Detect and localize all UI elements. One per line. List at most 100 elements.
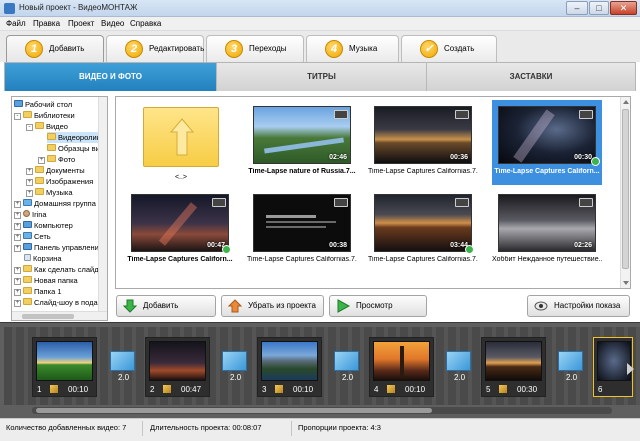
preview-button[interactable]: Просмотр xyxy=(329,295,427,317)
tree-item-network[interactable]: + Сеть xyxy=(14,231,51,242)
project-length: Длительность проекта: 00:08:07 xyxy=(150,423,262,432)
transition-duration: 2.0 xyxy=(117,373,130,382)
tree-item-music[interactable]: + Музыка xyxy=(26,187,73,198)
tab-transitions[interactable]: 3 Переходы xyxy=(206,35,304,62)
tree-item-label: Компьютер xyxy=(34,221,73,230)
tab-create[interactable]: ✓ Создать xyxy=(401,35,497,62)
tree-item-desktop[interactable]: Рабочий стол xyxy=(14,99,72,110)
menu-project[interactable]: Проект xyxy=(68,19,94,28)
browser-vertical-scrollbar[interactable] xyxy=(620,97,630,288)
expand-icon[interactable]: + xyxy=(14,223,21,230)
tab-music[interactable]: 4 Музыка xyxy=(306,35,399,62)
scroll-down-icon[interactable] xyxy=(623,281,629,285)
tree-item-images[interactable]: + Изображения xyxy=(26,176,93,187)
timeline-clip[interactable]: 2 00:47 xyxy=(145,337,210,397)
tree-item-folder[interactable]: + Папка 1 xyxy=(14,286,62,297)
app-icon xyxy=(4,3,15,14)
expand-icon[interactable]: + xyxy=(38,157,45,164)
expand-icon[interactable]: + xyxy=(14,234,21,241)
edit-pencil-icon[interactable] xyxy=(163,385,171,393)
tab-intros[interactable]: ЗАСТАВКИ xyxy=(427,63,635,91)
menu-help[interactable]: Справка xyxy=(130,19,161,28)
timeline-transition[interactable]: 2.0 xyxy=(558,351,585,391)
tree-item-computer[interactable]: + Компьютер xyxy=(14,220,73,231)
scroll-up-icon[interactable] xyxy=(623,100,629,104)
tree-item-folder[interactable]: + Как сделать слайд-шоу xyxy=(14,264,107,275)
step-number-badge: 4 xyxy=(325,40,343,58)
tree-horizontal-scrollbar[interactable] xyxy=(12,311,107,320)
tree-item-user[interactable]: + Irina xyxy=(14,209,47,220)
menu-file[interactable]: Файл xyxy=(6,19,26,28)
eye-icon xyxy=(534,301,548,311)
tree-vertical-scrollbar[interactable] xyxy=(98,97,107,311)
video-duration: 02:26 xyxy=(574,242,592,249)
timeline-clip[interactable]: 5 00:30 xyxy=(481,337,546,397)
tree-item-videos[interactable]: Видеоролики xyxy=(47,132,105,143)
expand-icon[interactable]: + xyxy=(14,289,21,296)
maximize-button[interactable]: □ xyxy=(589,1,609,15)
tree-item-libraries[interactable]: - Библиотеки xyxy=(14,110,75,121)
show-settings-button[interactable]: Настройки показа xyxy=(527,295,630,317)
tree-item-photo[interactable]: + Фото xyxy=(38,154,75,165)
timeline-scroll-right-icon[interactable] xyxy=(627,363,634,375)
expand-icon[interactable]: + xyxy=(14,300,21,307)
folder-icon xyxy=(35,177,44,184)
timeline-transition[interactable]: 2.0 xyxy=(334,351,361,391)
video-thumbnail-selected[interactable]: 00:30 Time-Lapse Captures Californ... xyxy=(492,100,602,185)
scroll-thumb[interactable] xyxy=(22,314,74,319)
tree-item-folder[interactable]: + Новая папка xyxy=(14,275,78,286)
expand-icon[interactable]: + xyxy=(14,278,21,285)
menu-video[interactable]: Видео xyxy=(101,19,124,28)
timeline-clip[interactable]: 1 00:10 xyxy=(32,337,97,397)
video-thumbnail[interactable]: 02:26 Хоббит Нежданное путешествие... xyxy=(492,188,602,273)
tab-video-photo[interactable]: ВИДЕО И ФОТО xyxy=(5,63,217,91)
video-duration: 02:46 xyxy=(329,154,347,161)
expand-icon[interactable]: + xyxy=(26,168,33,175)
edit-pencil-icon[interactable] xyxy=(387,385,395,393)
video-thumbnail[interactable]: 02:46 Time-Lapse nature of Russia.7... xyxy=(247,100,357,185)
timeline-clip[interactable]: 4 00:10 xyxy=(369,337,434,397)
collapse-icon[interactable]: - xyxy=(14,113,21,120)
edit-pencil-icon[interactable] xyxy=(499,385,507,393)
timeline-transition[interactable]: 2.0 xyxy=(110,351,137,391)
timeline-scrollbar[interactable] xyxy=(32,407,612,414)
expand-icon[interactable]: + xyxy=(26,190,33,197)
tab-add[interactable]: 1 Добавить xyxy=(6,35,104,63)
expand-icon[interactable]: + xyxy=(14,201,21,208)
tree-item-label: Рабочий стол xyxy=(25,100,73,109)
tree-item-folder[interactable]: + Слайд-шоу в подарок xyxy=(14,297,107,308)
timeline-transition[interactable]: 2.0 xyxy=(222,351,249,391)
video-thumbnail[interactable]: 00:36 Time-Lapse Captures Californias.7.… xyxy=(368,100,478,185)
video-thumbnail[interactable]: 03:44 Time-Lapse Captures Californias.7.… xyxy=(368,188,478,273)
close-button[interactable]: ✕ xyxy=(610,1,637,15)
scroll-thumb[interactable] xyxy=(36,408,432,413)
tree-item-label: Библиотеки xyxy=(34,111,75,120)
tree-item-recycle-bin[interactable]: Корзина xyxy=(24,253,62,264)
edit-pencil-icon[interactable] xyxy=(50,385,58,393)
tree-item-video[interactable]: - Видео xyxy=(26,121,68,132)
scroll-thumb[interactable] xyxy=(622,109,629,269)
expand-icon[interactable]: + xyxy=(14,212,21,219)
edit-pencil-icon[interactable] xyxy=(275,385,283,393)
folder-icon xyxy=(47,144,56,151)
expand-icon[interactable]: + xyxy=(26,179,33,186)
tab-titles[interactable]: ТИТРЫ xyxy=(217,63,427,91)
timeline-transition[interactable]: 2.0 xyxy=(446,351,473,391)
tree-item-control-panel[interactable]: + Панель управления xyxy=(14,242,103,253)
parent-folder-item[interactable] xyxy=(143,107,219,167)
minimize-button[interactable]: – xyxy=(566,1,588,15)
video-thumbnail[interactable]: 00:47 Time-Lapse Captures Californ... xyxy=(125,188,235,273)
expand-icon[interactable]: + xyxy=(14,245,21,252)
tab-edit[interactable]: 2 Редактировать xyxy=(106,35,204,62)
collapse-icon[interactable]: - xyxy=(26,124,33,131)
timeline-clip[interactable]: 3 00:10 xyxy=(257,337,322,397)
tree-item-documents[interactable]: + Документы xyxy=(26,165,85,176)
add-button[interactable]: Добавить xyxy=(116,295,216,317)
video-thumbnail[interactable]: 00:38 Time-Lapse Captures Californias.7.… xyxy=(247,188,357,273)
menu-edit[interactable]: Правка xyxy=(33,19,60,28)
remove-from-project-button[interactable]: Убрать из проекта xyxy=(221,295,324,317)
expand-icon[interactable]: + xyxy=(14,267,21,274)
step-number-badge: 1 xyxy=(25,40,43,58)
clip-duration: 00:47 xyxy=(181,385,202,394)
tree-item-homegroup[interactable]: + Домашняя группа xyxy=(14,198,96,209)
